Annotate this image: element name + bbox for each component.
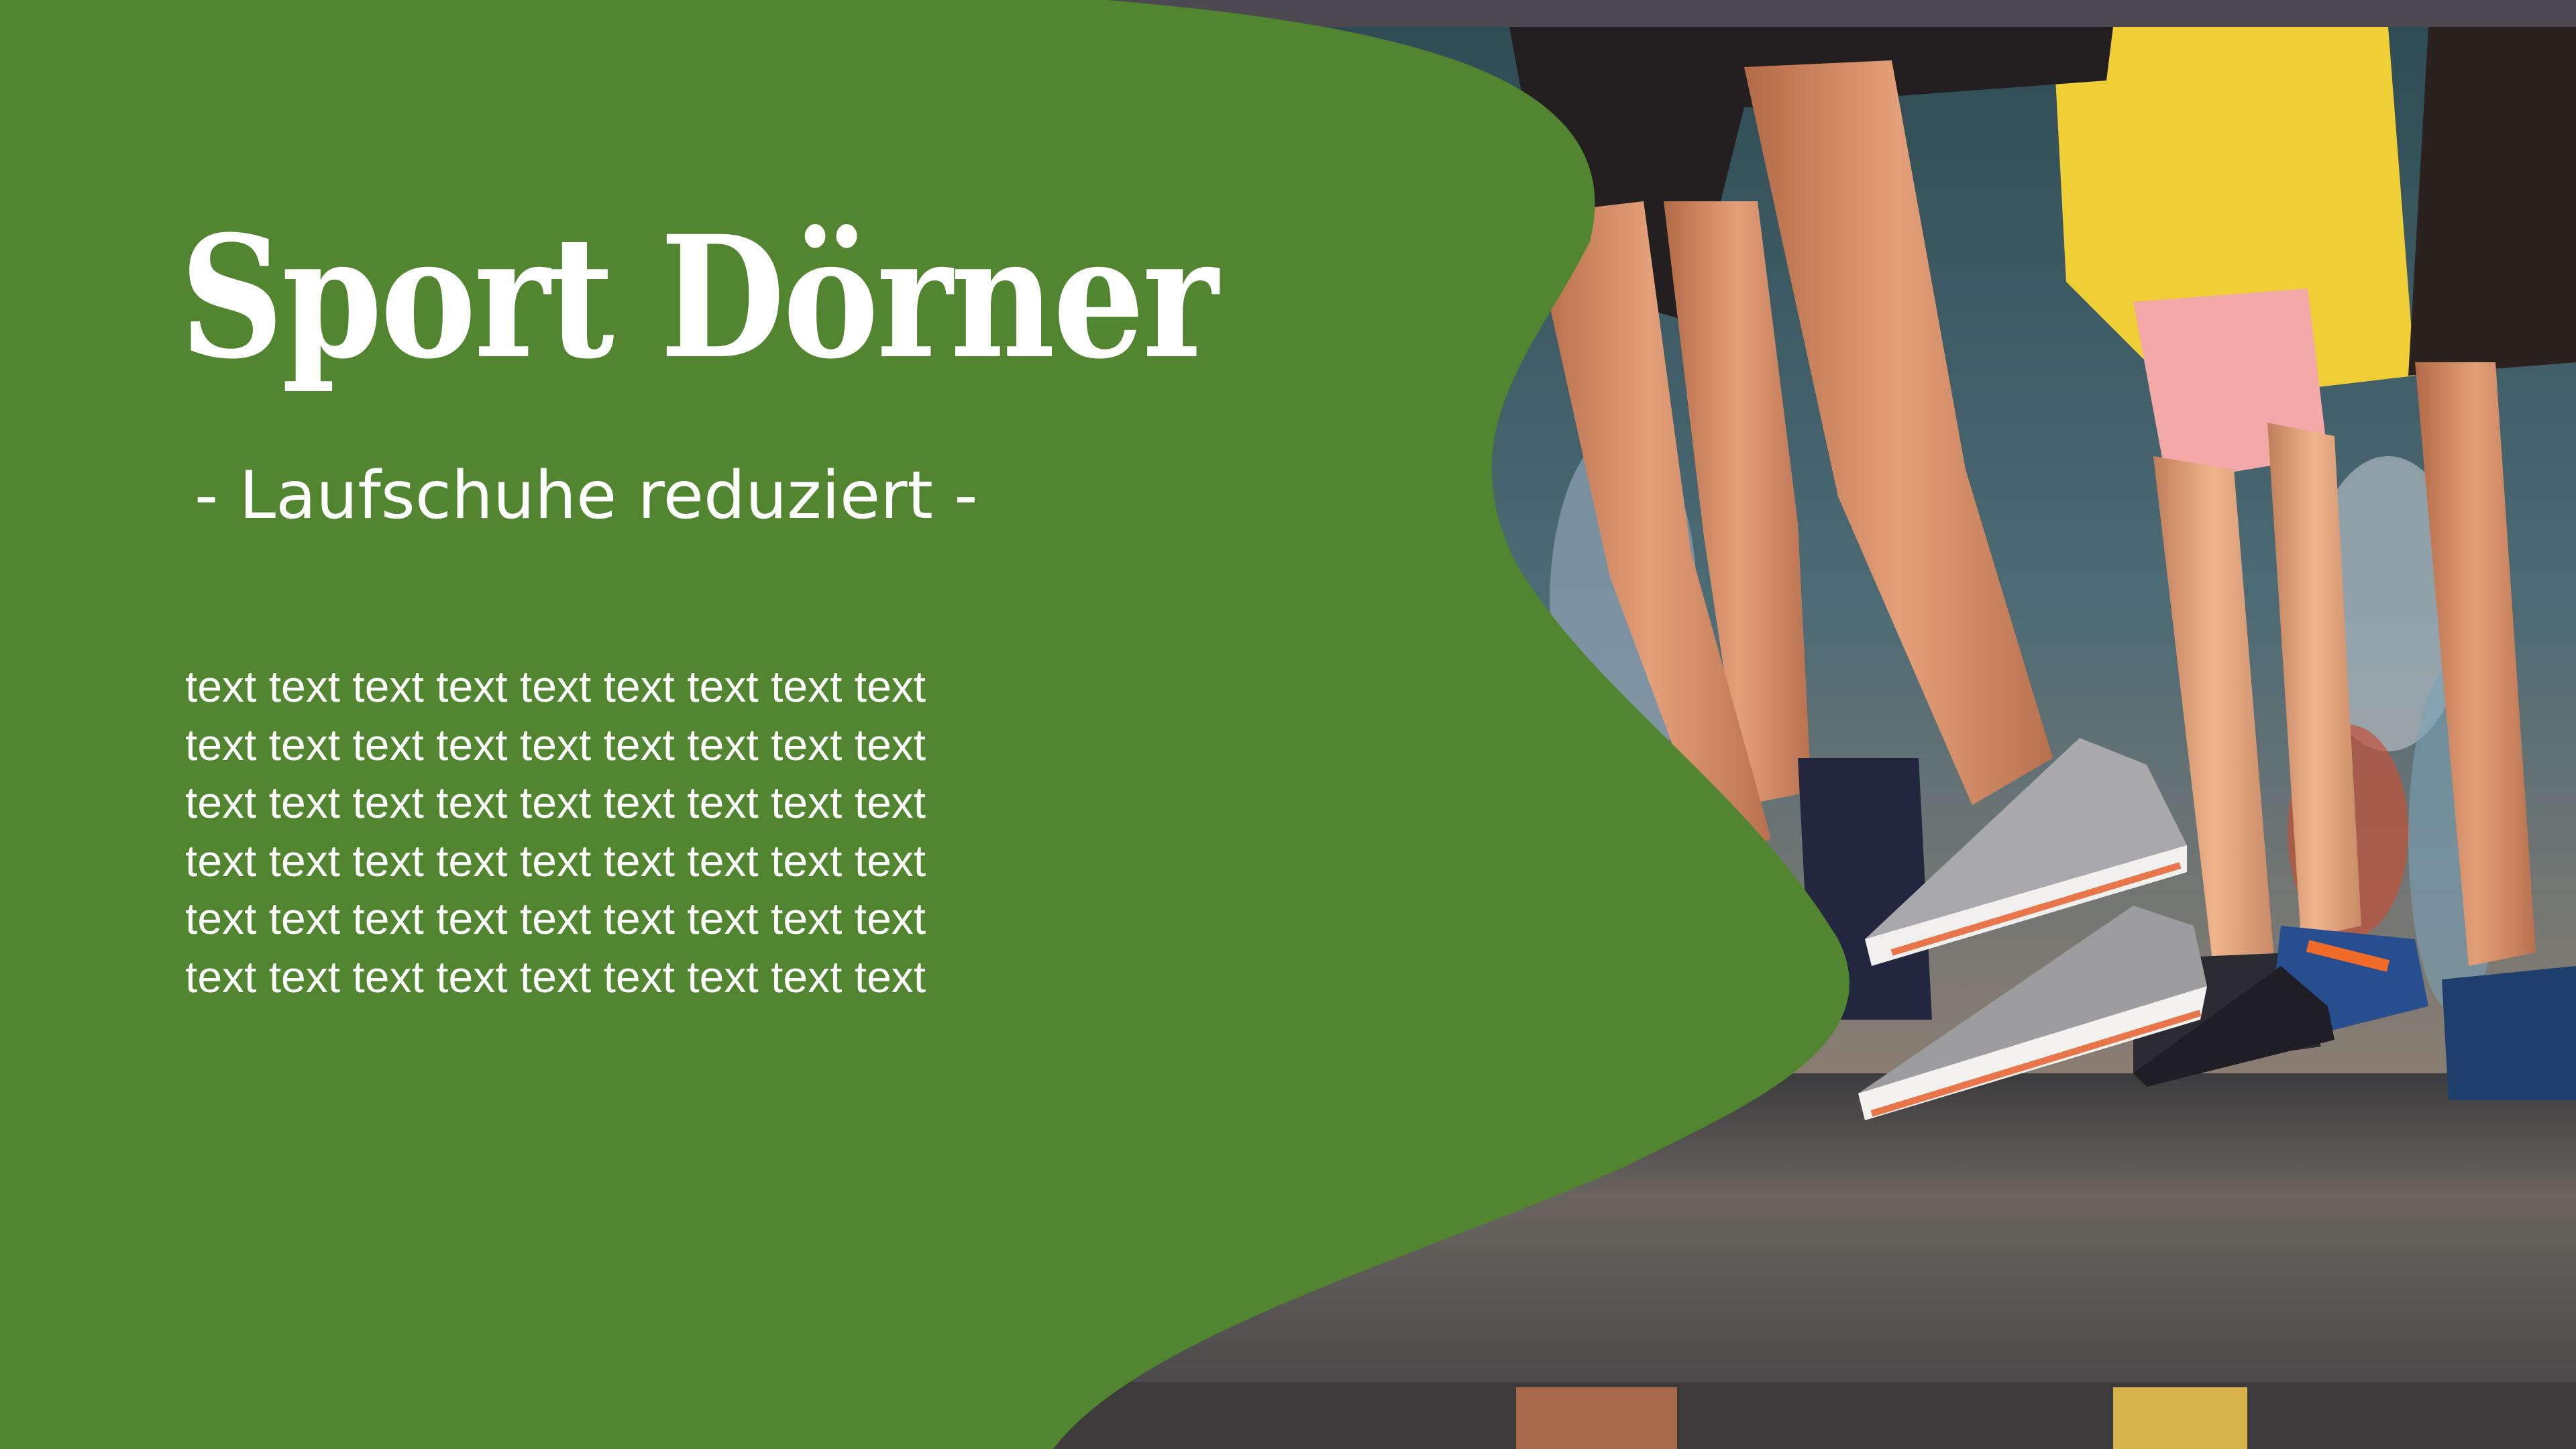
slide-subtitle: - Laufschuhe reduziert - [195, 458, 978, 534]
brand-title: Sport Dörner [180, 199, 1218, 396]
text-line: text text text text text text text text … [185, 835, 926, 885]
placeholder-text-block: text text text text text text text text … [185, 657, 1024, 1006]
text-line: text text text text text text text text … [185, 661, 926, 711]
text-line: text text text text text text text text … [185, 719, 926, 769]
text-line: text text text text text text text text … [185, 777, 926, 827]
text-line: text text text text text text text text … [185, 894, 926, 943]
text-line: text text text text text text text text … [185, 951, 926, 1002]
